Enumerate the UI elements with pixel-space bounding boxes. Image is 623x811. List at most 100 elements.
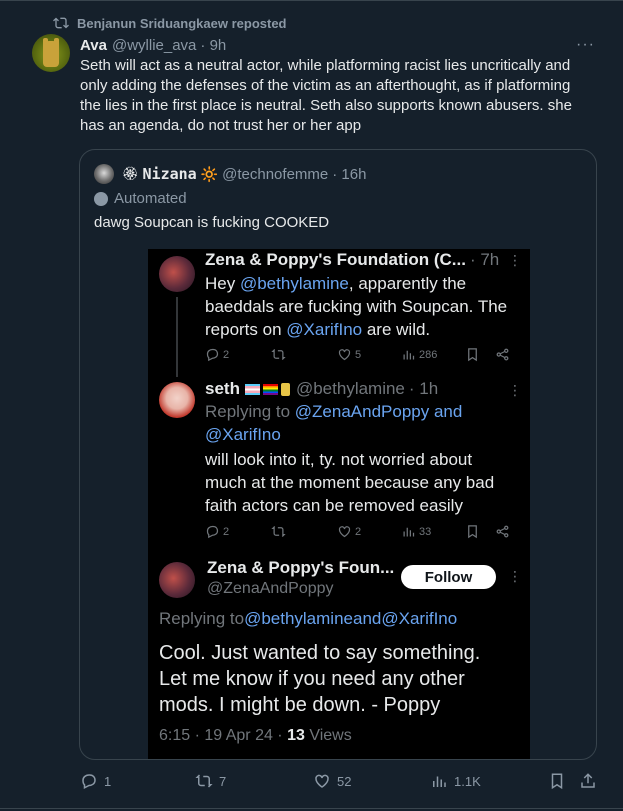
quote-text: dawg Soupcan is fucking COOKED [94,214,330,231]
post1-repost [271,347,337,362]
reply-icon [82,774,96,789]
author-handle[interactable]: @wyllie_ava [112,37,196,54]
rainbow-flag-icon [262,383,278,395]
views-icon [433,776,446,787]
post1-view-count: 286 [419,348,438,361]
post2-view-count: 33 [419,525,432,538]
reply-button[interactable]: 1 [80,772,111,790]
post2-header: seth @bethylamine · 1h [205,379,438,399]
quote-name-prefix-icon: 🏵 [122,166,139,181]
post1-text: Hey @bethylamine, apparently the baeddal… [205,272,525,341]
post1-text-line: baeddals are fucking with Soupcan. The [205,297,508,316]
post2-like-count: 2 [355,525,362,538]
views-icon [403,527,415,537]
trans-flag-icon [244,383,260,395]
repost-icon [195,774,213,788]
post1-text-part: , apparently the [348,274,467,293]
post1-share [495,347,510,362]
post3-view-count: 13 [287,727,305,744]
post1-like: 5 [337,347,401,362]
post1-text-part: reports on [205,320,287,339]
share-icon [581,773,595,788]
post1-header: Zena & Poppy's Foundation (C... · 7h [205,250,499,270]
post2-text-line: will look into it, ty. not worried about [205,450,473,469]
replying-mention: @XarifIno [205,425,281,444]
replying-and: and [429,402,463,421]
bookmark-icon [468,348,477,362]
quote-author-name: Nizana [142,165,197,183]
post3-text-line: mods. I might be down. - Poppy [159,694,441,716]
post3-views-label: Views [304,727,352,744]
post3-text-line: Let me know if you need any other [159,668,465,690]
post1-actions: 2 5 286 [205,347,510,362]
replying-text: Replying to [205,402,295,421]
automated-text: Automated [114,190,187,207]
post2-repost [271,524,337,539]
embedded-screenshot[interactable]: Zena & Poppy's Foundation (C... · 7h ⋮ H… [148,249,530,759]
avatar[interactable] [32,34,70,72]
post2-reply-count: 2 [223,525,230,538]
post1-text-part: Hey [205,274,240,293]
post2-bookmark [465,524,495,539]
reply-count: 1 [104,773,112,789]
share-icon [496,525,509,538]
post2-name: seth [205,379,240,398]
top-divider [0,0,623,1]
post3-handle-row: @ZenaAndPoppy [207,580,334,598]
repost-count: 7 [219,773,227,789]
more-options-icon[interactable]: ··· [576,36,595,54]
bot-icon [94,191,108,206]
replying-mention: @XarifIno [381,609,458,628]
post1-reply: 2 [205,347,271,362]
tweet-time[interactable]: · 9h [200,37,226,54]
zena-avatar [159,256,195,292]
repost-button[interactable]: 7 [195,772,226,790]
post1-name: Zena & Poppy's Foundation (C... [205,250,466,269]
seth-avatar [159,382,195,418]
post1-time: · 7h [469,250,500,269]
replying-and: and [353,609,382,628]
quote-avatar [94,164,114,184]
like-button[interactable]: 52 [313,772,351,790]
post2-text-line: faith actors can be removed easily [205,496,463,515]
heart-icon [338,526,351,538]
reply-icon [206,525,219,539]
share-button[interactable] [579,772,597,790]
bookmark-button[interactable] [548,772,566,790]
post1-views: 286 [401,347,465,362]
quote-author-handle: @technofemme [222,165,329,183]
like-count: 52 [337,773,352,789]
quote-header: 🏵 Nizana 🔆 @technofemme · 16h [94,164,366,184]
follow-button: Follow [401,565,496,589]
bottom-divider [0,808,623,809]
tweet-text-line: Seth will act as a neutral actor, while … [80,57,571,74]
post1-mention: @XarifIno [286,320,363,339]
heart-icon [315,774,329,788]
post3-text: Cool. Just wanted to say something. Let … [159,640,519,718]
tweet-text-line: has an agenda, do not trust her or her a… [80,117,362,134]
post1-bookmark [465,347,495,362]
post2-time: · 1h [408,379,439,398]
quoted-tweet[interactable]: 🏵 Nizana 🔆 @technofemme · 16h Automated … [79,149,597,760]
post3-timestamp: 6:15 · 19 Apr 24 · 13 Views [159,727,352,745]
author-name[interactable]: Ava [80,37,107,54]
post1-like-count: 5 [355,348,362,361]
post1-more-icon: ⋮ [508,252,522,268]
repost-icon [53,17,69,29]
post3-date: 6:15 · 19 Apr 24 · [159,727,288,744]
repost-indicator[interactable]: Benjanun Sriduangkaew reposted [53,14,287,32]
repost-icon [271,349,286,360]
thread-line [176,297,178,377]
post2-more-icon: ⋮ [508,382,522,398]
automated-label: Automated [94,190,187,207]
post3-text-line: Cool. Just wanted to say something. [159,642,481,664]
tweet-actions: 1 7 52 1.1K [0,770,623,794]
quote-time: · 16h [332,165,367,183]
zena-avatar [159,562,195,598]
can-icon [280,382,290,396]
post1-reply-count: 2 [223,348,230,361]
tweet-text: Seth will act as a neutral actor, while … [80,56,600,136]
views-button[interactable]: 1.1K [430,772,481,790]
post2-actions: 2 2 33 [205,524,510,539]
repost-icon [271,526,286,537]
